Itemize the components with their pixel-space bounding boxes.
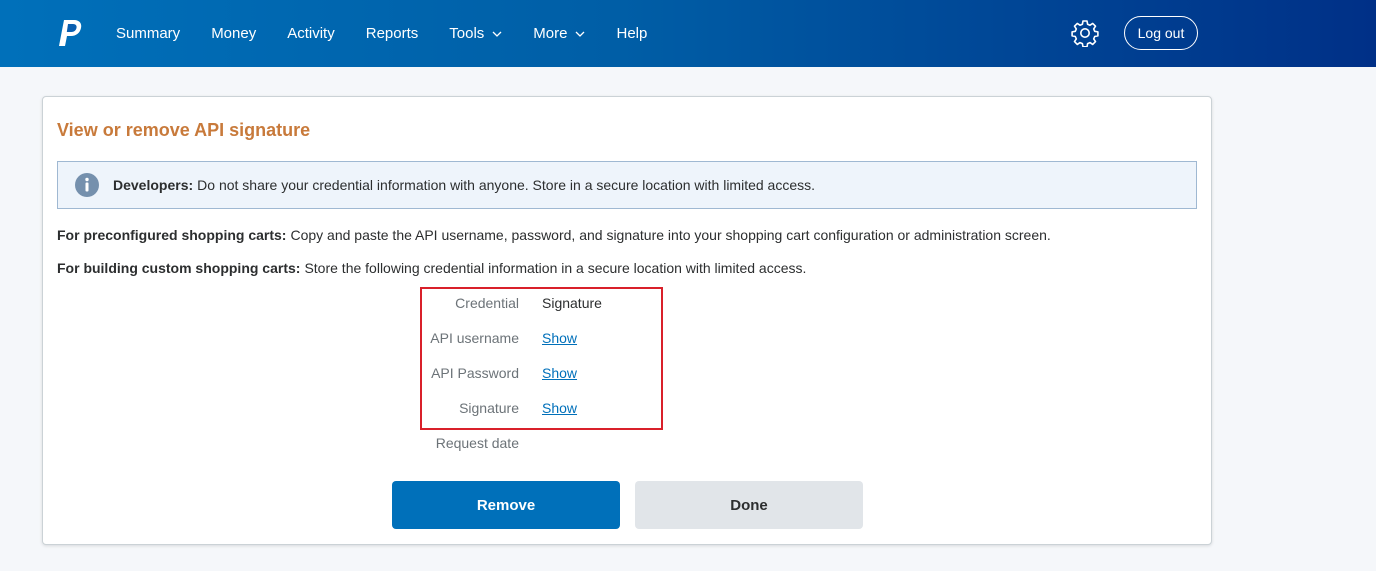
page-title: View or remove API signature bbox=[57, 120, 311, 140]
nav-more[interactable]: More bbox=[533, 25, 585, 42]
preconfigured-body: Copy and paste the API username, passwor… bbox=[290, 227, 1051, 243]
nav-activity[interactable]: Activity bbox=[287, 25, 335, 42]
show-username-link[interactable]: Show bbox=[542, 330, 577, 346]
nav-money-label: Money bbox=[211, 25, 257, 42]
nav-money[interactable]: Money bbox=[211, 25, 256, 42]
top-navigation-bar: Summary Money Activity Reports Tools Mor… bbox=[0, 0, 1376, 67]
logout-button[interactable]: Log out bbox=[1124, 16, 1198, 50]
nav-more-label: More bbox=[533, 25, 568, 42]
preconfigured-label: For preconfigured shopping carts: bbox=[57, 227, 287, 243]
api-username-label: API username bbox=[430, 330, 519, 346]
signature-label: Signature bbox=[459, 400, 519, 416]
request-date-label: Request date bbox=[435, 435, 519, 451]
info-label: Developers: bbox=[113, 177, 194, 193]
nav-summary[interactable]: Summary bbox=[116, 25, 180, 42]
custom-body: Store the following credential informati… bbox=[304, 260, 807, 276]
show-password-link[interactable]: Show bbox=[542, 365, 577, 381]
nav-help[interactable]: Help bbox=[616, 25, 647, 42]
nav-summary-label: Summary bbox=[116, 25, 181, 42]
info-text: Do not share your credential information… bbox=[197, 177, 816, 193]
api-signature-card: View or remove API signature Developers:… bbox=[42, 96, 1212, 545]
nav-reports-label: Reports bbox=[365, 25, 419, 42]
nav-activity-label: Activity bbox=[287, 25, 335, 42]
show-signature-link[interactable]: Show bbox=[542, 400, 577, 416]
gear-icon[interactable] bbox=[1071, 19, 1099, 47]
api-password-label: API Password bbox=[431, 365, 519, 381]
preconfigured-carts-text: For preconfigured shopping carts: Copy an… bbox=[57, 227, 1051, 243]
nav-reports[interactable]: Reports bbox=[366, 25, 419, 42]
nav-tools[interactable]: Tools bbox=[449, 25, 502, 42]
info-banner: Developers: Do not share your credential… bbox=[57, 161, 1197, 209]
paypal-logo-icon[interactable] bbox=[55, 18, 85, 48]
chevron-down-icon bbox=[576, 31, 585, 37]
nav-tools-label: Tools bbox=[449, 25, 485, 42]
credential-value: Signature bbox=[542, 295, 602, 311]
done-button[interactable]: Done bbox=[635, 481, 863, 529]
custom-carts-text: For building custom shopping carts: Store… bbox=[57, 260, 806, 276]
chevron-down-icon bbox=[492, 31, 502, 37]
credential-label: Credential bbox=[455, 295, 519, 311]
custom-label: For building custom shopping carts: bbox=[57, 260, 301, 276]
remove-button[interactable]: Remove bbox=[392, 481, 620, 529]
nav-help-label: Help bbox=[616, 25, 648, 42]
main-nav: Summary Money Activity Reports Tools Mor… bbox=[116, 0, 678, 67]
info-icon bbox=[75, 173, 99, 197]
